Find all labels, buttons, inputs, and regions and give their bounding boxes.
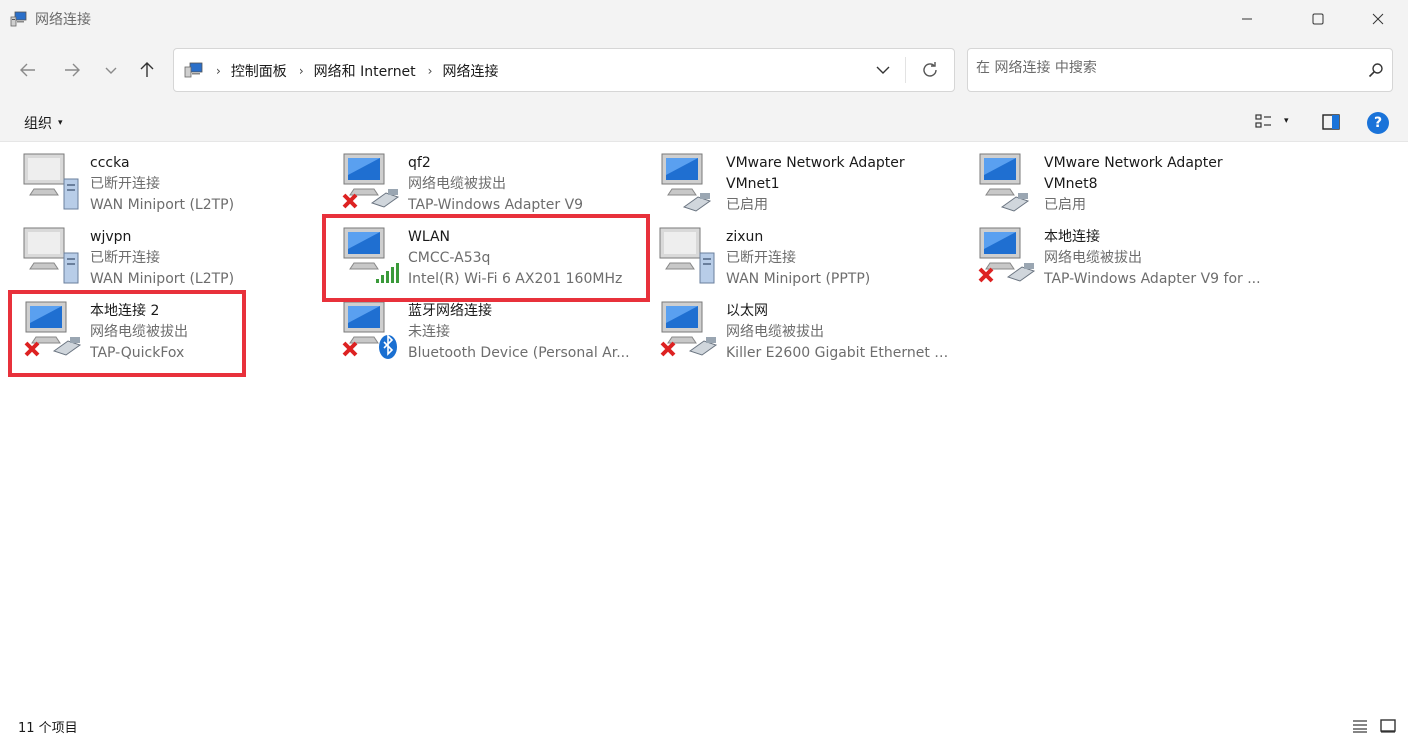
chevron-right-icon[interactable]: ›	[216, 64, 221, 78]
caret-down-icon: ▾	[58, 118, 63, 128]
search-input[interactable]	[976, 60, 1356, 76]
search-box[interactable]	[967, 48, 1393, 92]
forward-button[interactable]	[60, 58, 84, 82]
connection-status: 网络电缆被拔出	[726, 324, 824, 340]
connection-device: WAN Miniport (L2TP)	[90, 197, 235, 213]
arrow-left-icon	[20, 63, 35, 77]
connection-item-qf2[interactable]: qf2 网络电缆被拔出 TAP-Windows Adapter V9	[318, 143, 636, 217]
connection-item-vmnet8[interactable]: VMware Network Adapter VMnet8 已启用	[954, 143, 1272, 217]
connection-name: zixun	[726, 229, 764, 245]
navigation-bar: › 控制面板 › 网络和 Internet › 网络连接	[0, 38, 1408, 102]
connection-item-vmnet1[interactable]: VMware Network Adapter VMnet1 已启用	[636, 143, 954, 217]
arrow-right-icon	[65, 63, 80, 77]
minimize-button[interactable]	[1224, 0, 1270, 38]
bluetooth-icon	[342, 301, 397, 359]
connection-name: VMware Network Adapter VMnet8	[1044, 155, 1223, 192]
connection-status: 网络电缆被拔出	[1044, 250, 1142, 266]
connection-name: 本地连接	[1044, 229, 1100, 245]
up-button[interactable]	[135, 58, 159, 82]
connection-name: VMware Network Adapter VMnet1	[726, 155, 905, 192]
connection-name: qf2	[408, 155, 431, 171]
chevron-right-icon[interactable]: ›	[428, 64, 433, 78]
close-icon	[1372, 13, 1384, 25]
breadcrumb-network-internet[interactable]: 网络和 Internet	[314, 61, 416, 81]
chevron-down-icon	[105, 67, 117, 74]
connection-device: TAP-Windows Adapter V9	[408, 197, 584, 213]
view-options-dropdown[interactable]: ▾	[1284, 113, 1298, 129]
ethernet-icon	[342, 153, 400, 209]
maximize-button[interactable]	[1295, 0, 1341, 38]
minimize-icon	[1242, 18, 1252, 20]
address-dropdown-icon[interactable]	[874, 61, 892, 79]
command-bar: 组织 ▾ ▾ ?	[0, 102, 1408, 142]
control-panel-icon	[184, 62, 203, 78]
connection-device: WAN Miniport (PPTP)	[726, 271, 871, 287]
close-button[interactable]	[1355, 0, 1401, 38]
help-button[interactable]: ?	[1367, 112, 1389, 134]
connection-device: TAP-Windows Adapter V9 for ...	[1044, 271, 1261, 287]
highlight-box-wlan	[322, 214, 650, 302]
connection-status: 已断开连接	[90, 176, 160, 192]
item-count: 11 个项目	[18, 721, 78, 736]
arrow-up-icon	[140, 62, 154, 77]
connection-item-cccka[interactable]: cccka 已断开连接 WAN Miniport (L2TP)	[0, 143, 318, 217]
chevron-right-icon[interactable]: ›	[299, 64, 304, 78]
connection-status: 网络电缆被拔出	[408, 176, 506, 192]
vpn-server-icon	[23, 153, 79, 210]
ethernet-icon	[978, 227, 1036, 283]
divider	[905, 57, 906, 83]
connections-list: cccka 已断开连接 WAN Miniport (L2TP) qf2 网络电缆…	[0, 143, 1408, 711]
breadcrumb: › 控制面板 › 网络和 Internet › 网络连接	[212, 61, 498, 81]
organize-label: 组织	[24, 116, 52, 132]
details-view-icon[interactable]	[1352, 719, 1368, 733]
connection-device: Killer E2600 Gigabit Ethernet C...	[726, 345, 952, 361]
ethernet-icon	[661, 153, 712, 212]
connection-status: 已启用	[1044, 197, 1086, 213]
breadcrumb-control-panel[interactable]: 控制面板	[231, 61, 287, 81]
recent-locations-button[interactable]	[99, 58, 123, 82]
breadcrumb-network-connections[interactable]: 网络连接	[442, 61, 498, 81]
connection-item-wjvpn[interactable]: wjvpn 已断开连接 WAN Miniport (L2TP)	[0, 217, 318, 291]
connection-name: wjvpn	[90, 229, 132, 245]
connection-name: 以太网	[726, 303, 768, 319]
connection-item-zixun[interactable]: zixun 已断开连接 WAN Miniport (PPTP)	[636, 217, 954, 291]
refresh-icon[interactable]	[920, 60, 940, 80]
connection-status: 已断开连接	[726, 250, 796, 266]
title-bar: 网络连接	[0, 0, 1408, 38]
change-view-icon[interactable]	[1254, 112, 1274, 132]
connection-status: 未连接	[408, 324, 450, 340]
back-button[interactable]	[16, 58, 40, 82]
connection-item-bluetooth[interactable]: 蓝牙网络连接 未连接 Bluetooth Device (Personal Ar…	[318, 291, 636, 365]
connection-device: Bluetooth Device (Personal Ar...	[408, 345, 630, 361]
network-connections-icon	[10, 11, 27, 27]
address-bar[interactable]: › 控制面板 › 网络和 Internet › 网络连接	[173, 48, 955, 92]
vpn-server-icon	[659, 227, 715, 284]
connection-device: WAN Miniport (L2TP)	[90, 271, 235, 287]
connection-status: 已启用	[726, 197, 768, 213]
preview-pane-icon[interactable]	[1321, 112, 1341, 132]
ethernet-icon	[660, 301, 718, 357]
search-icon[interactable]	[1368, 62, 1384, 78]
connection-name: 蓝牙网络连接	[408, 303, 492, 319]
highlight-box-local-2	[8, 290, 246, 377]
organize-button[interactable]: 组织 ▾	[24, 113, 63, 133]
large-icons-view-icon[interactable]	[1380, 719, 1396, 733]
status-bar: 11 个项目	[0, 711, 1408, 742]
window-title: 网络连接	[35, 12, 91, 28]
connection-item-ethernet[interactable]: 以太网 网络电缆被拔出 Killer E2600 Gigabit Etherne…	[636, 291, 954, 365]
connection-item-local[interactable]: 本地连接 网络电缆被拔出 TAP-Windows Adapter V9 for …	[954, 217, 1272, 291]
maximize-icon	[1312, 13, 1324, 25]
ethernet-icon	[979, 153, 1030, 212]
connection-status: 已断开连接	[90, 250, 160, 266]
connection-name: cccka	[90, 155, 130, 171]
vpn-server-icon	[23, 227, 79, 284]
